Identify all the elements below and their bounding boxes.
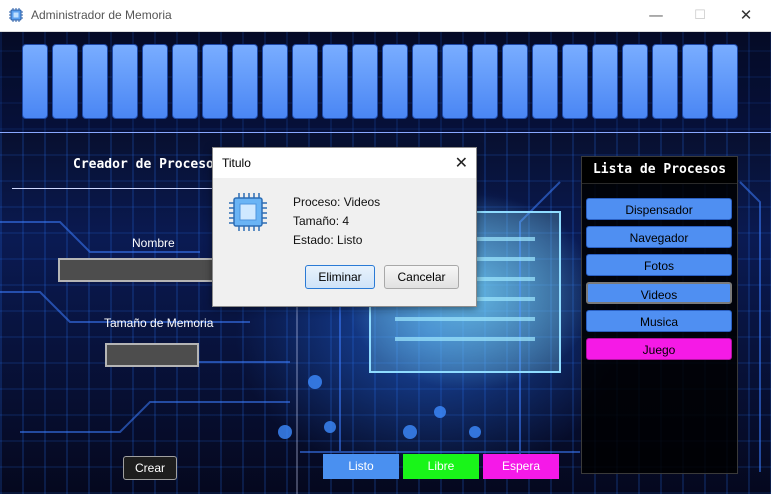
process-item-videos[interactable]: Videos — [586, 282, 732, 304]
memory-chip-icon — [9, 8, 23, 22]
listo-button[interactable]: Listo — [323, 454, 399, 479]
dialog-size-text: Tamaño: 4 — [293, 214, 350, 228]
dialog-close-button[interactable]: ✕ — [455, 153, 468, 172]
memory-block — [712, 44, 738, 119]
minimize-button[interactable]: — — [633, 0, 679, 31]
memory-block — [202, 44, 228, 119]
memory-block — [322, 44, 348, 119]
memory-block — [592, 44, 618, 119]
memory-block — [622, 44, 648, 119]
size-label: Tamaño de Memoria — [104, 316, 214, 330]
memory-block — [412, 44, 438, 119]
cancel-button[interactable]: Cancelar — [384, 265, 459, 289]
memory-block — [652, 44, 678, 119]
creator-title: Creador de Procesos — [73, 157, 222, 172]
process-list-title: Lista de Procesos — [582, 157, 737, 184]
process-item-musica[interactable]: Musica — [586, 310, 732, 332]
memory-block — [232, 44, 258, 119]
memory-bar — [0, 32, 771, 133]
size-input[interactable] — [105, 343, 199, 367]
memory-block — [142, 44, 168, 119]
name-label: Nombre — [132, 236, 175, 250]
process-item-dispensador[interactable]: Dispensador — [586, 198, 732, 220]
process-dialog: Titulo ✕ Proceso: Videos Tamaño: 4 Estad… — [212, 147, 477, 307]
title-bar: Administrador de Memoria — ☐ ✕ — [0, 0, 771, 32]
dialog-title-bar: Titulo ✕ — [213, 148, 476, 178]
memory-block — [502, 44, 528, 119]
memory-block — [292, 44, 318, 119]
memory-block — [382, 44, 408, 119]
window-title: Administrador de Memoria — [31, 8, 172, 22]
dialog-title: Titulo — [222, 156, 251, 170]
process-item-fotos[interactable]: Fotos — [586, 254, 732, 276]
dialog-state-text: Estado: Listo — [293, 233, 363, 247]
memory-block — [682, 44, 708, 119]
process-item-navegador[interactable]: Navegador — [586, 226, 732, 248]
memory-block — [352, 44, 378, 119]
process-item-juego[interactable]: Juego — [586, 338, 732, 360]
memory-chip-icon — [229, 193, 267, 231]
name-input[interactable] — [58, 258, 218, 282]
espera-button[interactable]: Espera — [483, 454, 559, 479]
memory-block — [112, 44, 138, 119]
memory-block — [172, 44, 198, 119]
memory-block — [52, 44, 78, 119]
memory-block — [562, 44, 588, 119]
create-button[interactable]: Crear — [123, 456, 177, 480]
memory-block — [442, 44, 468, 119]
memory-block — [532, 44, 558, 119]
memory-block — [82, 44, 108, 119]
close-button[interactable]: ✕ — [723, 0, 769, 31]
memory-block — [472, 44, 498, 119]
delete-button[interactable]: Eliminar — [305, 265, 375, 289]
libre-button[interactable]: Libre — [403, 454, 479, 479]
divider — [12, 188, 217, 189]
process-list-panel: Lista de Procesos Dispensador Navegador … — [581, 156, 738, 474]
maximize-button[interactable]: ☐ — [677, 0, 723, 31]
memory-block — [22, 44, 48, 119]
dialog-process-text: Proceso: Videos — [293, 195, 381, 209]
memory-block — [262, 44, 288, 119]
